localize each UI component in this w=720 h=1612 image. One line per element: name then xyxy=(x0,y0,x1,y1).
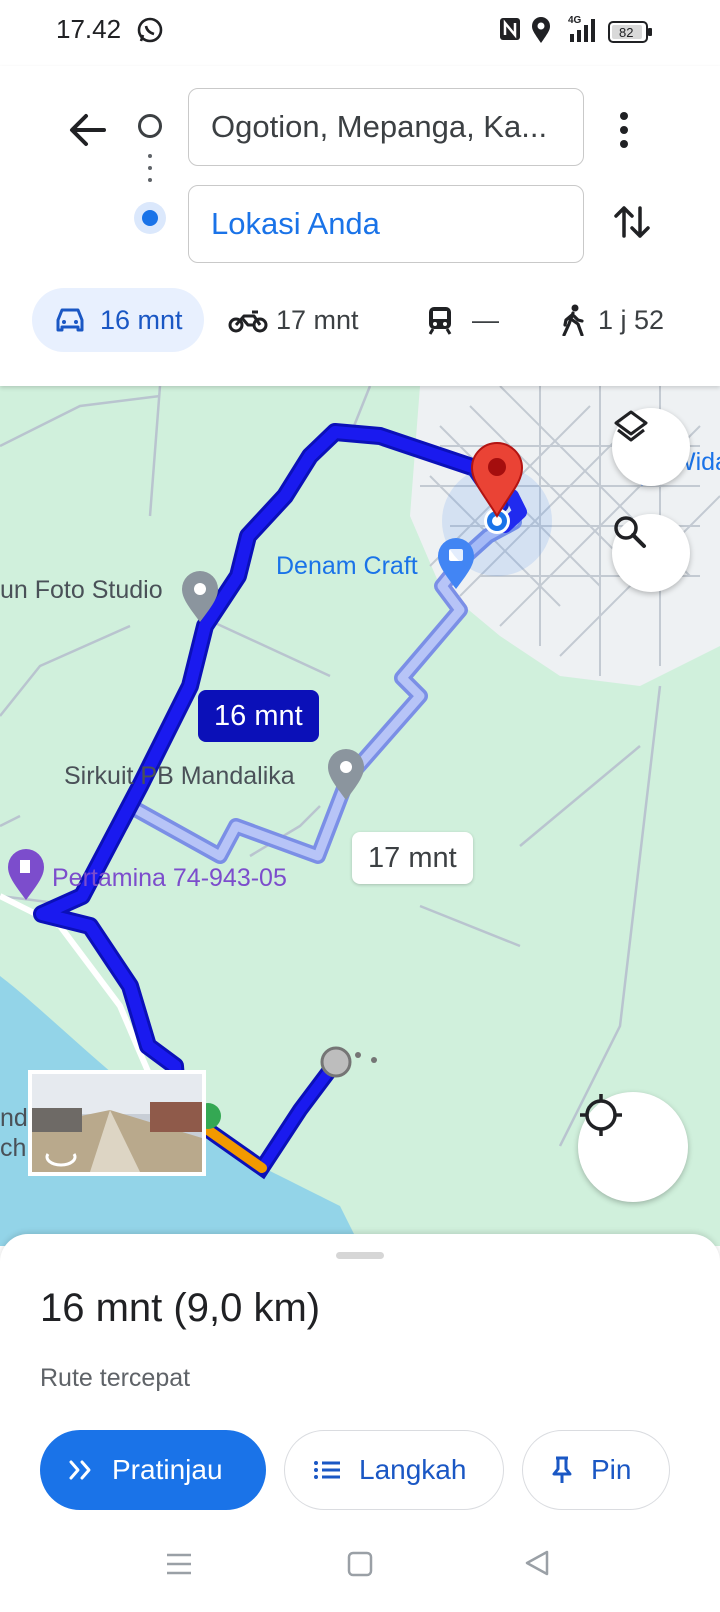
place-label-sirkuit[interactable]: Sirkuit PB Mandalika xyxy=(64,762,295,791)
origin-input[interactable]: Ogotion, Mepanga, Ka... xyxy=(188,88,584,166)
mode-tab-car[interactable]: 16 mnt xyxy=(32,288,204,352)
route-summary-title: 16 mnt (9,0 km) xyxy=(40,1286,321,1330)
list-icon xyxy=(314,1461,340,1479)
layers-icon xyxy=(614,410,648,442)
route-summary-subtitle: Rute tercepat xyxy=(40,1364,191,1392)
street-view-thumbnail xyxy=(28,1070,206,1176)
nav-menu-button[interactable] xyxy=(164,1550,194,1578)
train-icon xyxy=(428,307,452,335)
mode-label-transit: — xyxy=(472,304,499,335)
route-time-primary[interactable]: 16 mnt xyxy=(198,690,319,742)
mode-label-motorcycle: 17 mnt xyxy=(276,304,359,335)
nav-home-button[interactable] xyxy=(346,1550,374,1578)
menu-icon xyxy=(167,1553,191,1575)
pin-button[interactable]: Pin xyxy=(522,1430,670,1510)
destination-dot-icon xyxy=(134,202,166,234)
place-label-foto-studio[interactable]: un Foto Studio xyxy=(0,576,163,605)
destination-input[interactable]: Lokasi Anda xyxy=(188,185,584,263)
back-button[interactable] xyxy=(62,104,114,156)
signal-icon: 4G xyxy=(566,12,600,49)
my-location-button[interactable] xyxy=(578,1092,688,1202)
steps-button[interactable]: Langkah xyxy=(284,1430,504,1510)
map-view[interactable]: un Foto Studio Denam Craft Sirkuit PB Ma… xyxy=(0,386,720,1246)
place-label-beach-2: ch xyxy=(0,1134,27,1162)
mode-tab-motorcycle[interactable]: 17 mnt xyxy=(228,288,378,352)
svg-text:4G: 4G xyxy=(568,15,582,26)
directions-header: Ogotion, Mepanga, Ka... Lokasi Anda 16 m… xyxy=(0,66,720,386)
route-dots-icon xyxy=(148,154,152,190)
motorcycle-icon xyxy=(228,310,268,333)
place-label-beach-1: nd xyxy=(0,1104,28,1132)
mode-label-walk: 1 j 52 xyxy=(598,304,665,335)
more-vert-icon xyxy=(620,112,628,148)
sheet-drag-handle[interactable] xyxy=(336,1252,384,1259)
double-chevron-right-icon xyxy=(69,1460,91,1480)
back-arrow-icon xyxy=(70,114,106,146)
preview-button-label: Pratinjau xyxy=(112,1454,223,1485)
whatsapp-icon xyxy=(136,16,164,49)
battery-icon: 82 xyxy=(608,20,654,49)
walk-icon xyxy=(562,304,584,336)
layers-button[interactable] xyxy=(612,408,690,486)
nav-back-button[interactable] xyxy=(522,1548,552,1578)
system-nav-bar xyxy=(0,1520,720,1612)
mode-tab-transit[interactable]: — xyxy=(426,288,516,352)
crosshair-icon xyxy=(580,1094,622,1136)
start-gray-marker xyxy=(320,1046,352,1078)
more-options-button[interactable] xyxy=(612,108,636,152)
swap-vert-icon xyxy=(614,206,650,238)
status-bar: 17.42 4G 82 xyxy=(0,0,720,66)
search-icon xyxy=(614,516,646,548)
status-time: 17.42 xyxy=(56,14,122,44)
route-time-alternate[interactable]: 17 mnt xyxy=(352,832,473,884)
battery-level: 82 xyxy=(619,25,633,40)
origin-circle-icon xyxy=(138,114,162,138)
mode-tab-walk[interactable]: 1 j 52 xyxy=(560,288,690,352)
swap-button[interactable] xyxy=(610,200,654,244)
search-map-button[interactable] xyxy=(612,514,690,592)
back-triangle-icon xyxy=(525,1550,549,1576)
steps-button-label: Langkah xyxy=(359,1454,467,1485)
preview-button[interactable]: Pratinjau xyxy=(40,1430,266,1510)
nfc-icon xyxy=(498,16,522,47)
pin-button-label: Pin xyxy=(591,1454,632,1485)
home-square-icon xyxy=(347,1551,373,1577)
location-icon xyxy=(530,16,552,49)
mode-label-car: 16 mnt xyxy=(100,304,183,335)
car-icon xyxy=(56,308,84,332)
pin-icon xyxy=(552,1456,572,1483)
place-label-denam-craft[interactable]: Denam Craft xyxy=(276,552,418,581)
place-label-pertamina[interactable]: Pertamina 74-943-05 xyxy=(52,864,287,893)
